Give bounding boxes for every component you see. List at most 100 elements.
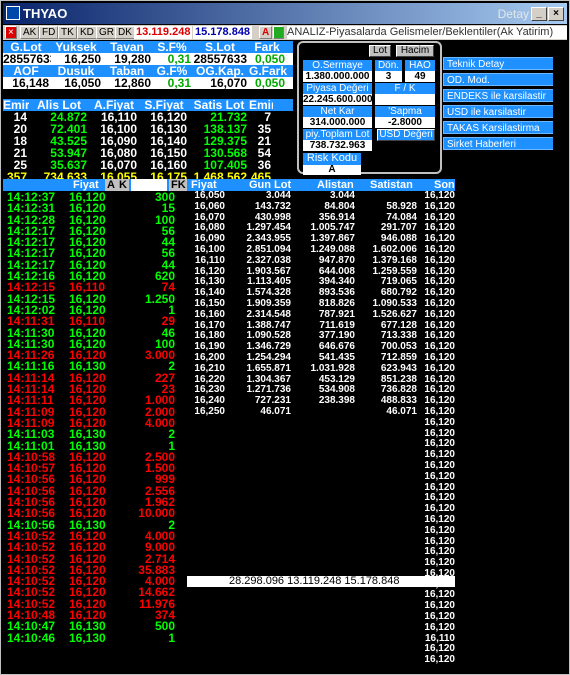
tick-price: 16,120 [69, 293, 106, 305]
depth-cell: 1.909.359 [246, 298, 292, 309]
tick-lot: 100 [154, 338, 175, 351]
menu-item[interactable]: ENDEKS ile karsilastir [443, 89, 567, 102]
menu-item[interactable]: TAKAS Karsilastirma [443, 121, 567, 134]
scrollbar[interactable] [553, 41, 567, 673]
summary-cell: 16,070 [210, 77, 247, 89]
tick-price: 16,120 [69, 553, 106, 565]
tick-lot: 620 [154, 271, 175, 283]
tick-time: 14:10:56 [7, 485, 56, 498]
tick-time: 14:10:52 [7, 564, 56, 577]
tick-lot: 56 [161, 225, 175, 238]
info-panel: Lot Hacim O.Sermaye 1.380.000.000 Dön. 3… [297, 41, 442, 175]
depth-cell: 16,070 [194, 212, 225, 223]
tick-lot: 56 [161, 248, 175, 260]
tick-row: 14:10:58 16,120 2.500 [7, 452, 177, 463]
depth-cell: 16,050 [194, 191, 225, 201]
tick-time: 14:12:15 [7, 282, 56, 294]
tick-row: 14:12:17 16,120 56 [7, 248, 177, 259]
filter-k-button[interactable]: K [117, 179, 129, 191]
summary-row: G.Lot Yuksek Tavan S.F% S.Lot Fark [3, 41, 293, 53]
depth-row: 16,050 3.044 3.044 16,120 [187, 191, 455, 202]
depth-row: 16,060 143.732 84.804 58.928 16,120 [187, 202, 455, 213]
orderbook-cell: 16,150 [150, 147, 187, 159]
tick-row: 14:12:15 16,110 74 [7, 282, 177, 293]
close-small-icon[interactable]: × [5, 26, 17, 39]
ticks-filter-input[interactable] [131, 179, 167, 191]
depth-cell: 2.314.548 [246, 309, 292, 320]
tick-lot: 35.883 [138, 564, 175, 577]
hacim-button[interactable]: Hacim [396, 45, 434, 57]
depth-cell: 2.327.038 [246, 255, 292, 266]
tick-lot: 14.662 [138, 587, 175, 599]
summary-cell: G.Lot [10, 41, 42, 53]
depth-cell: 1.574.328 [246, 288, 292, 299]
orderbook-header-cell: S.Fiyat [144, 99, 184, 111]
tick-row: 14:10:52 16,120 14.662 [7, 587, 177, 598]
tick-lot: 2.500 [144, 451, 175, 464]
tick-row: 14:11:09 16,120 2.000 [7, 407, 177, 418]
toolbar-button-ak[interactable]: AK [20, 26, 40, 39]
toolbar-button-fd[interactable]: FD [39, 26, 59, 39]
depth-son-cell: 16,120 [424, 536, 455, 547]
depth-cell: 58.928 [386, 201, 417, 212]
depth-cell: 16,140 [194, 288, 225, 299]
orderbook-cell: 130.568 [203, 147, 247, 159]
menu-item[interactable]: OD. Mod. [443, 73, 567, 86]
depth-cell: 16,090 [194, 234, 225, 245]
depth-cell: 16,120 [424, 234, 455, 245]
news-ticker[interactable]: ANALIZ-Piyasalarda Gelismeler/Beklentile… [287, 26, 567, 39]
depth-cell: 1.249.088 [310, 244, 356, 255]
minimize-button[interactable]: _ [531, 7, 547, 21]
tick-price: 16,120 [69, 384, 106, 396]
tick-lot: 10.000 [138, 508, 175, 520]
depth-row: 16,160 2.314.548 787.921 1.526.627 16,120 [187, 310, 455, 321]
toolbar-button-tk[interactable]: TK [58, 26, 77, 39]
tick-row: 14:10:52 16,120 4.000 [7, 531, 177, 542]
toolbar-button-kd[interactable]: KD [77, 26, 97, 39]
depth-cell: 719.065 [380, 277, 417, 288]
usd-button[interactable]: USD Değeri [377, 129, 435, 141]
summary-grid: G.Lot Yuksek Tavan S.F% S.Lot Fark 28557633 16,… [3, 41, 293, 89]
ticks-header-price: Fiyat [73, 179, 99, 191]
depth-cell: 1.297.454 [246, 223, 292, 234]
tick-lot: 2.000 [144, 406, 175, 418]
tick-price: 16,120 [69, 259, 106, 272]
depth-son-row: 16,120 [187, 429, 455, 440]
depth-son-cell: 16,120 [424, 622, 455, 633]
depth-cell: 16,220 [194, 374, 225, 385]
alarm-button[interactable]: A [259, 26, 273, 39]
depth-cell: 16,120 [424, 406, 455, 417]
lot-button[interactable]: Lot [369, 45, 391, 57]
toolbar-button-dk[interactable]: DK [115, 26, 135, 39]
orderbook-cell: 16,100 [100, 123, 137, 135]
tick-row: 14:10:56 16,120 1.962 [7, 497, 177, 508]
tick-lot: 15 [161, 203, 175, 215]
depth-cell: 947.870 [318, 255, 355, 266]
orderbook-cell: 16,080 [100, 147, 137, 159]
menu-item[interactable]: Sirket Haberleri [443, 137, 567, 150]
close-button[interactable]: × [548, 7, 564, 21]
depth-son-row: 16,120 [187, 472, 455, 483]
depth-row: 16,140 1.574.328 893.536 680.792 16,120 [187, 288, 455, 299]
tick-row: 14:10:56 16,120 999 [7, 474, 177, 485]
depth-cell: 16,100 [194, 244, 225, 255]
tick-time: 14:12:17 [7, 248, 56, 260]
tick-price: 16,120 [69, 542, 106, 554]
menu-item[interactable]: Teknik Detay [443, 57, 567, 70]
depth-cell: 727.231 [254, 396, 291, 407]
tick-price: 16,120 [69, 327, 106, 339]
filter-a-button[interactable]: A [105, 179, 117, 191]
toolbar-button-gr[interactable]: GR [96, 26, 117, 39]
depth-son-row: 16,120 [187, 644, 455, 655]
depth-cell: 1.346.729 [246, 342, 292, 353]
menu-item[interactable]: USD ile karsilastir [443, 105, 567, 118]
depth-son-cell: 16,120 [424, 644, 455, 655]
refresh-icon[interactable] [273, 26, 284, 39]
depth-cell: 16,120 [424, 244, 455, 255]
depth-son-row: 16,120 [187, 655, 455, 666]
depth-cell: 84.804 [324, 201, 355, 212]
tick-time: 14:11:03 [7, 429, 55, 441]
tick-lot: 2 [168, 429, 175, 441]
depth-cell: 3.044 [265, 191, 291, 201]
fk-button[interactable]: FK [169, 179, 188, 191]
